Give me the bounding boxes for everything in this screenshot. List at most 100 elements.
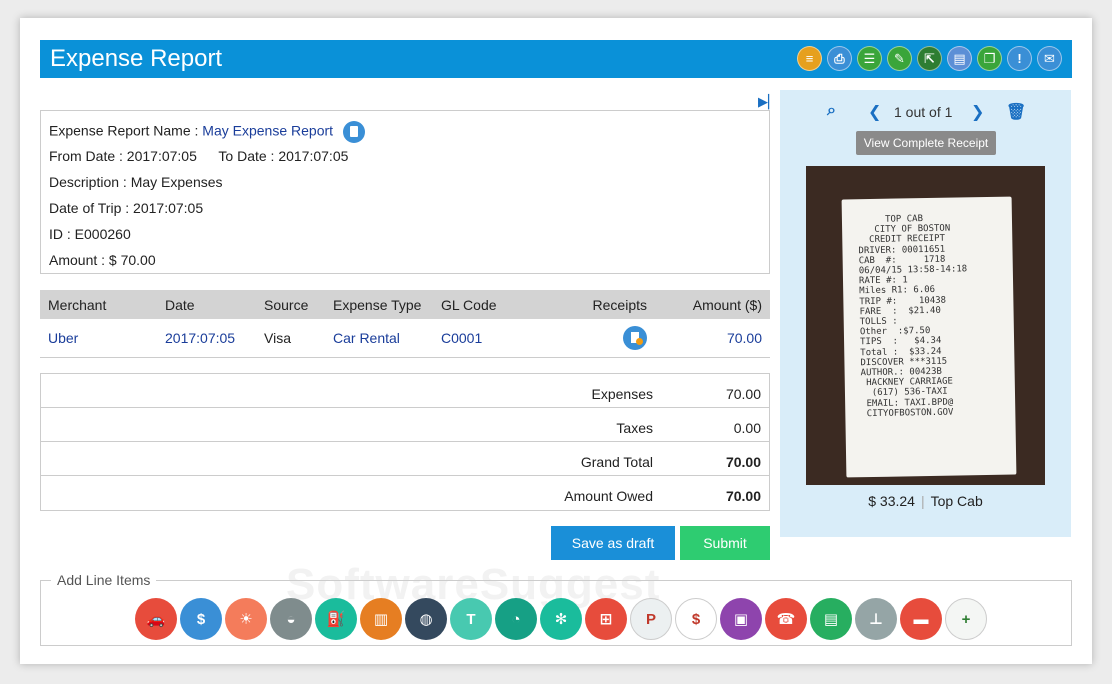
id-label: ID : [49, 226, 71, 242]
caption-separator: | [920, 493, 925, 509]
report-name-label: Expense Report Name : [49, 122, 199, 139]
next-icon[interactable]: ❯ [971, 102, 984, 122]
id-row: ID : E000260 [49, 225, 761, 251]
from-date-label: From Date : [49, 148, 123, 164]
alert-icon[interactable]: ! [1007, 46, 1032, 71]
grand-total-row: Grand Total 70.00 [41, 442, 769, 476]
cell-source: Visa [256, 319, 325, 358]
report-name-value[interactable]: May Expense Report [202, 123, 333, 139]
description-row: Description : May Expenses [49, 173, 761, 199]
description-value: May Expenses [130, 174, 223, 190]
cell-receipts [533, 319, 655, 358]
cell-gl-code: C0001 [433, 319, 533, 358]
taxes-row: Taxes 0.00 [41, 408, 769, 442]
toolbar: ≡ ⎙ ☰ ✎ ⇱ ▤ ❐! ✉ [797, 46, 1062, 71]
phone-icon[interactable]: ☎ [765, 598, 807, 640]
table-header-row: Merchant Date Source Expense Type GL Cod… [40, 290, 770, 319]
add-line-items: Add Line Items 🚗 $ ☀ ◒ ⛽ ▥ ◍ T ◔ ✻ ⊞ P $ ▣ ☎ ▤ ⊥ ▬ + [40, 572, 1072, 646]
money-bag-icon[interactable]: $ [180, 598, 222, 640]
amount-row: Amount : $ 70.00 [49, 251, 761, 277]
col-gl-code[interactable]: GL Code [433, 290, 533, 319]
category-icons: 🚗 $ ☀ ◒ ⛽ ▥ ◍ T ◔ ✻ ⊞ P $ ▣ ☎ ▤ ⊥ ▬ + [135, 598, 987, 640]
save-draft-button[interactable]: Save as draft [551, 526, 675, 560]
to-date-value: 2017:07:05 [278, 148, 349, 164]
bus-icon[interactable]: ▬ [900, 598, 942, 640]
page-indicator: 1 out of 1 [894, 104, 953, 120]
receipt-image[interactable]: TOP CAB CITY OF BOSTON CREDIT RECEIPT DRI… [806, 166, 1045, 485]
globe-icon[interactable]: ◍ [405, 598, 447, 640]
grand-total-label: Grand Total [580, 454, 653, 470]
copy-icon[interactable]: ❐ [977, 46, 1002, 71]
car-icon[interactable]: 🚗 [135, 598, 177, 640]
amount-value: $ 70.00 [108, 252, 156, 268]
amount-label: Amount : [49, 252, 106, 268]
hotel-icon[interactable]: ▥ [360, 598, 402, 640]
table-row[interactable]: Uber 2017:07:05 Visa Car Rental C0001 70… [40, 319, 770, 358]
trip-date-row: Date of Trip : 2017:07:05 [49, 199, 761, 225]
col-date[interactable]: Date [157, 290, 256, 319]
fuel-icon[interactable]: ⛽ [315, 598, 357, 640]
receipt-merchant: Top Cab [930, 493, 983, 509]
collapse-panel-icon[interactable]: ▶▏ [758, 94, 778, 110]
amount-owed-row: Amount Owed 70.00 [41, 476, 769, 510]
parking-icon[interactable]: P [630, 598, 672, 640]
gauge-icon[interactable]: ◔ [495, 598, 537, 640]
taxes-label: Taxes [616, 420, 653, 436]
col-merchant[interactable]: Merchant [40, 290, 157, 319]
receipt-icon[interactable] [623, 325, 647, 350]
totals-box: Expenses 70.00 Taxes 0.00 Grand Total 70… [40, 373, 770, 511]
meal-icon[interactable]: ◒ [270, 598, 312, 640]
shirt-icon[interactable]: T [450, 598, 492, 640]
from-date-value: 2017:07:05 [126, 148, 197, 164]
col-expense-type[interactable]: Expense Type [325, 290, 433, 319]
edit-icon[interactable]: ✎ [887, 46, 912, 71]
trash-icon[interactable]: 🗑 [1006, 102, 1026, 122]
add-icon[interactable]: + [945, 598, 987, 640]
line-items-table: Merchant Date Source Expense Type GL Cod… [40, 290, 770, 358]
trip-date-value: 2017:07:05 [133, 200, 204, 216]
page-title: Expense Report [50, 45, 223, 72]
taxes-value: 0.00 [733, 420, 761, 436]
report-info-box: Expense Report Name : May Expense Report… [40, 110, 770, 274]
receipt-line: CITYOFBOSTON.GOV [861, 407, 954, 420]
col-amount[interactable]: Amount ($) [655, 290, 770, 319]
cell-merchant[interactable]: Uber [40, 319, 157, 358]
grand-total-value: 70.00 [725, 454, 761, 470]
cell-expense-type: Car Rental [325, 319, 433, 358]
toll-icon[interactable]: ⊥ [855, 598, 897, 640]
view-receipt-button[interactable]: View Complete Receipt [856, 131, 996, 155]
amount-owed-label: Amount Owed [564, 488, 653, 504]
date-range-row: From Date : 2017:07:05 To Date : 2017:07… [49, 147, 761, 173]
document-icon[interactable] [342, 121, 365, 143]
col-source[interactable]: Source [256, 290, 325, 319]
to-date-label: To Date : [218, 148, 275, 164]
amount-owed-value: 70.00 [725, 488, 761, 504]
prev-icon[interactable]: ❮ [868, 102, 881, 122]
package-icon[interactable]: ▣ [720, 598, 762, 640]
add-line-items-legend: Add Line Items [51, 572, 157, 588]
cell-date: 2017:07:05 [157, 319, 256, 358]
title-bar: Expense Report ≡ ⎙ ☰ ✎ ⇱ ▤ ❐! ✉ [40, 40, 1072, 78]
print-icon[interactable]: ⎙ [827, 46, 852, 71]
zoom-icon[interactable]: ⌕ [827, 102, 836, 120]
submit-button[interactable]: Submit [680, 526, 770, 560]
calculator-icon[interactable]: ⊞ [585, 598, 627, 640]
expenses-row: Expenses 70.00 [41, 374, 769, 408]
col-receipts[interactable]: Receipts [533, 290, 655, 319]
notes-icon[interactable]: ☰ [857, 46, 882, 71]
cash-box-icon[interactable]: ▤ [810, 598, 852, 640]
cell-amount: 70.00 [655, 319, 770, 358]
report-name-row: Expense Report Name : May Expense Report [49, 121, 761, 147]
trip-date-label: Date of Trip : [49, 200, 130, 216]
export-icon[interactable]: ⇱ [917, 46, 942, 71]
comment-icon[interactable]: ✉ [1037, 46, 1062, 71]
flower-icon[interactable]: ✻ [540, 598, 582, 640]
id-value: E000260 [74, 226, 131, 242]
calendar-icon[interactable]: $ [675, 598, 717, 640]
beach-icon[interactable]: ☀ [225, 598, 267, 640]
list-icon[interactable]: ≡ [797, 46, 822, 71]
document-icon[interactable]: ▤ [947, 46, 972, 71]
description-label: Description : [49, 174, 127, 190]
receipt-amount: $ 33.24 [868, 493, 915, 509]
receipt-caption: $ 33.24 | Top Cab [780, 493, 1071, 509]
